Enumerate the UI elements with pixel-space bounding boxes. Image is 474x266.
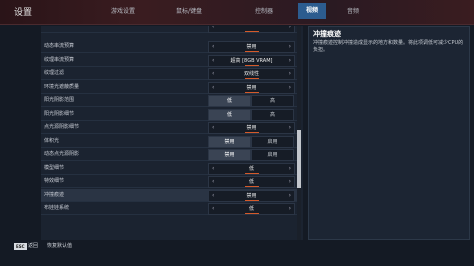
setting-row[interactable]: 布娃娃系统 ‹ 低 › (41, 202, 297, 215)
value-indicator (245, 132, 259, 133)
setting-row[interactable]: 纹理串流预算 ‹ 超高 [8GB VRAM] › (41, 54, 297, 67)
setting-label: 点光源阴影细节 (44, 124, 80, 130)
setting-row[interactable]: 冲撞痕迹 ‹ 禁用 › (41, 189, 297, 202)
setting-row[interactable]: 纹理过滤 ‹ 双线性 › (41, 67, 297, 80)
tab-video[interactable]: 视频 (298, 3, 327, 19)
tab-game-settings[interactable]: 游戏设置 (111, 6, 135, 15)
chevron-right-icon[interactable]: › (289, 41, 291, 53)
value-indicator (245, 51, 259, 52)
setting-row[interactable]: ‹ › (41, 26, 297, 33)
value-indicator (245, 78, 259, 79)
setting-row[interactable]: 模型细节 ‹ 低 › (41, 162, 297, 175)
option-stepper[interactable]: ‹ 超高 [8GB VRAM] › (208, 55, 295, 67)
tab-audio[interactable]: 音频 (347, 6, 359, 15)
chevron-right-icon[interactable]: › (289, 55, 291, 67)
setting-row[interactable]: 点光源阴影细节 ‹ 禁用 › (41, 121, 297, 134)
setting-label: 冲撞痕迹 (44, 192, 65, 198)
esc-key-icon: ESC (14, 243, 27, 250)
tab-controller[interactable]: 控制器 (255, 6, 273, 15)
value-indicator (245, 200, 259, 201)
value-indicator (245, 92, 259, 93)
chevron-right-icon[interactable]: › (289, 82, 291, 94)
description-title: 冲撞痕迹 (313, 30, 341, 38)
option-stepper[interactable]: ‹ 禁用 › (208, 41, 295, 53)
chevron-right-icon[interactable]: › (289, 122, 291, 134)
chevron-right-icon[interactable]: › (289, 203, 291, 215)
setting-row[interactable]: 阳光阴影范围 低高 (41, 94, 297, 107)
option-stepper[interactable]: ‹ 双线性 › (208, 68, 295, 80)
option-stepper[interactable]: ‹ 禁用 › (208, 190, 295, 202)
value-indicator (245, 65, 259, 66)
setting-row[interactable]: 体积光 禁用 启用 (41, 135, 297, 148)
setting-label: 阳光阴影细节 (44, 111, 75, 117)
option-stepper[interactable]: ‹ 禁用 › (208, 122, 295, 134)
toggle-option[interactable]: 禁用 (208, 136, 251, 148)
chevron-right-icon[interactable]: › (289, 26, 291, 33)
option-stepper[interactable]: ‹ 低 › (208, 163, 295, 175)
setting-label: 模型细节 (44, 165, 65, 171)
setting-label: 环境光遮蔽质量 (44, 84, 80, 90)
toggle-option[interactable]: 高 (251, 109, 294, 121)
setting-row[interactable]: 动态串流预算 ‹ 禁用 › (41, 40, 297, 53)
setting-row[interactable]: 阳光阴影细节 低高 (41, 108, 297, 121)
setting-label: 动态串流预算 (44, 43, 75, 49)
option-stepper[interactable]: ‹ 禁用 › (208, 82, 295, 94)
option-stepper[interactable]: ‹ › (208, 26, 295, 33)
toggle-option[interactable]: 低 (208, 109, 251, 121)
reset-defaults-button[interactable]: 恢复默认值 (47, 242, 72, 249)
setting-row[interactable]: 动态点光源阴影 禁用 启用 (41, 148, 297, 161)
settings-list: ‹ › 动态串流预算 ‹ 禁用 › 纹理串流预算 ‹ 超高 [8GB VRAM] › 纹理过滤 ‹ 双线… (41, 26, 303, 240)
tab-mouse-keyboard[interactable]: 鼠标/键盘 (176, 6, 202, 15)
setting-label: 纹理过滤 (44, 70, 65, 76)
chevron-right-icon[interactable]: › (289, 190, 291, 202)
toggle-option[interactable]: 启用 (251, 136, 294, 148)
scrollbar[interactable] (297, 26, 301, 240)
setting-label: 体积光 (44, 138, 60, 144)
setting-row[interactable]: 特效细节 ‹ 低 › (41, 175, 297, 188)
setting-row[interactable]: 环境光遮蔽质量 ‹ 禁用 › (41, 81, 297, 94)
chevron-right-icon[interactable]: › (289, 163, 291, 175)
top-bar: 设置 游戏设置 鼠标/键盘 控制器 视频 音频 (0, 0, 474, 25)
toggle-option[interactable]: 低 (208, 95, 251, 107)
toggle-option[interactable]: 启用 (251, 149, 294, 161)
back-button[interactable]: 返回 (28, 242, 38, 249)
option-stepper[interactable]: ‹ 低 › (208, 203, 295, 215)
scroll-thumb[interactable] (297, 130, 301, 188)
description-text: 冲撞痕迹控制冲撞造成显示的地方和数量。将此项调低可减少CPU的负担。 (313, 40, 464, 53)
description-panel: 冲撞痕迹 冲撞痕迹控制冲撞造成显示的地方和数量。将此项调低可减少CPU的负担。 (308, 26, 470, 240)
setting-label: 布娃娃系统 (44, 205, 70, 211)
chevron-right-icon[interactable]: › (289, 68, 291, 80)
setting-label: 特效细节 (44, 178, 65, 184)
toggle-option[interactable]: 禁用 (208, 149, 251, 161)
page-title: 设置 (14, 8, 33, 18)
option-stepper[interactable]: ‹ 低 › (208, 176, 295, 188)
value-indicator (245, 173, 259, 174)
chevron-right-icon[interactable]: › (289, 176, 291, 188)
value-indicator (245, 186, 259, 187)
setting-label: 动态点光源阴影 (44, 151, 80, 157)
value-indicator (245, 213, 259, 214)
value-indicator (245, 31, 259, 32)
toggle-option[interactable]: 高 (251, 95, 294, 107)
setting-label: 纹理串流预算 (44, 57, 75, 63)
setting-label: 阳光阴影范围 (44, 97, 75, 103)
chevron-left-icon[interactable]: ‹ (212, 26, 214, 33)
